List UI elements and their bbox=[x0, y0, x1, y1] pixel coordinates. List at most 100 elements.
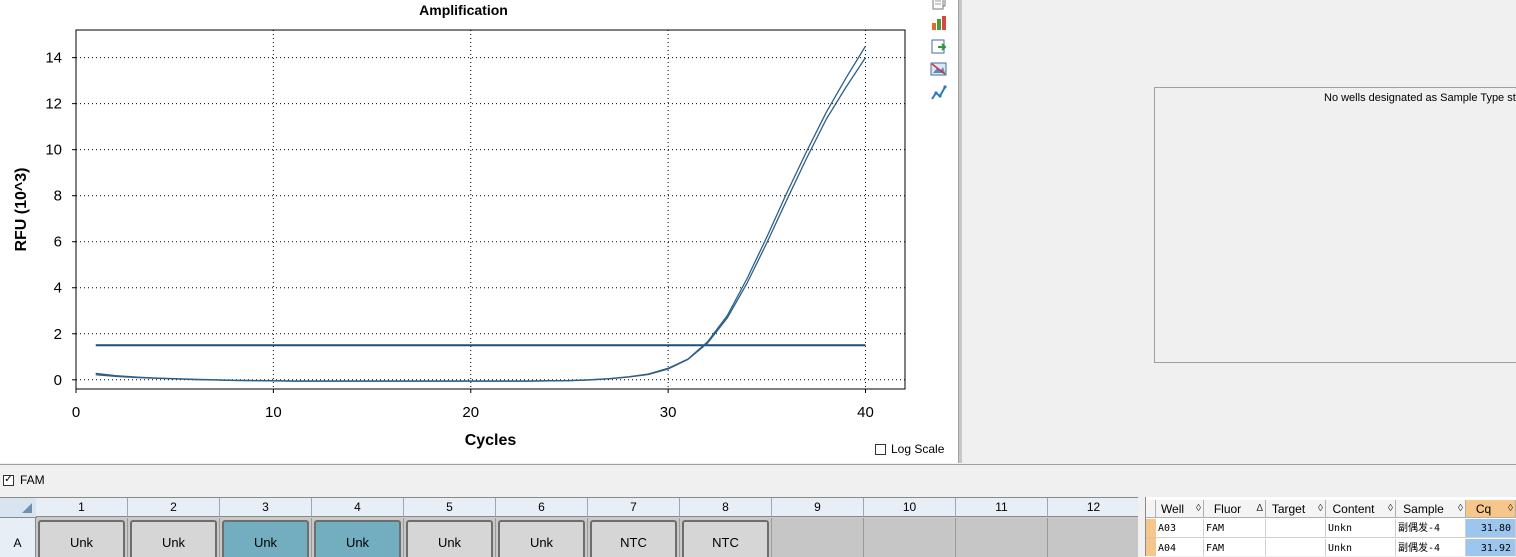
image-icon[interactable] bbox=[930, 60, 948, 78]
plot-area bbox=[75, 29, 906, 390]
table-header-label: Cq bbox=[1475, 502, 1492, 516]
table-cell-content[interactable]: Unkn bbox=[1326, 519, 1396, 538]
plate-column-header[interactable]: 11 bbox=[956, 498, 1048, 517]
y-tick-label: 14 bbox=[45, 50, 62, 67]
plate-row-header[interactable]: A bbox=[0, 518, 36, 557]
y-tick-label: 8 bbox=[54, 188, 62, 205]
x-axis-label: Cycles bbox=[465, 432, 517, 449]
plate-well[interactable] bbox=[956, 518, 1048, 557]
table-cell-well[interactable]: A04 bbox=[1156, 539, 1204, 556]
fluor-filter-bar: ✓ FAM bbox=[0, 464, 1516, 493]
sort-icon[interactable]: ◊ bbox=[1508, 500, 1513, 518]
amplification-chart-panel: 0 10 20 30 40 0 2 4 6 8 10 12 14 Amplification Cycles R… bbox=[0, 0, 958, 463]
plate-well[interactable] bbox=[772, 518, 864, 557]
table-header-fluor[interactable]: Fluor Δ bbox=[1204, 500, 1266, 518]
log-scale-label: Log Scale bbox=[891, 442, 945, 456]
chart-title: Amplification bbox=[419, 2, 508, 18]
table-header-label: Sample bbox=[1403, 502, 1444, 516]
y-tick-label: 12 bbox=[45, 96, 62, 113]
plate-well-label: Unk bbox=[38, 520, 125, 557]
table-header-content[interactable]: Content ◊ bbox=[1326, 500, 1396, 518]
fluor-fam-toggle[interactable]: ✓ FAM bbox=[3, 473, 45, 487]
table-row-marker[interactable] bbox=[1146, 519, 1156, 539]
y-axis-label: RFU (10^3) bbox=[13, 167, 30, 251]
plate-column-header[interactable]: 12 bbox=[1048, 498, 1138, 517]
sort-icon[interactable]: ◊ bbox=[1458, 500, 1463, 518]
table-header-sample[interactable]: Sample ◊ bbox=[1396, 500, 1466, 518]
table-header-label: Fluor bbox=[1213, 502, 1242, 516]
standard-curve-message: No wells designated as Sample Type star bbox=[1324, 92, 1516, 104]
plate-well[interactable]: Unk bbox=[128, 518, 220, 557]
plate-column-header[interactable]: 7 bbox=[588, 498, 680, 517]
plate-well[interactable]: Unk bbox=[36, 518, 128, 557]
plate-column-header[interactable]: 8 bbox=[680, 498, 772, 517]
plate-well[interactable] bbox=[1048, 518, 1138, 557]
table-cell-sample[interactable]: 副偶发-4 bbox=[1396, 519, 1466, 538]
table-header-target[interactable]: Target ◊ bbox=[1266, 500, 1326, 518]
table-cell-content[interactable]: Unkn bbox=[1326, 539, 1396, 556]
graph-icon[interactable] bbox=[930, 84, 948, 102]
table-header-well[interactable]: Well ◊ bbox=[1156, 500, 1204, 518]
y-tick-label: 2 bbox=[54, 326, 62, 343]
table-cell-cq[interactable]: 31.80 bbox=[1466, 519, 1516, 538]
plate-column-header[interactable]: 10 bbox=[864, 498, 956, 517]
plate-well[interactable] bbox=[864, 518, 956, 557]
x-tick-label: 0 bbox=[72, 404, 80, 421]
plate-column-header[interactable]: 3 bbox=[220, 498, 312, 517]
table-header-label: Well bbox=[1160, 502, 1185, 516]
wells-results-table: Well ◊ Fluor Δ Target ◊ Content ◊ Sample ◊ Cq ◊ A03… bbox=[1145, 497, 1516, 556]
export-icon[interactable] bbox=[930, 37, 948, 55]
table-cell-fluor[interactable]: FAM bbox=[1204, 539, 1266, 556]
x-tick-label: 40 bbox=[857, 404, 874, 421]
y-tick-label: 6 bbox=[54, 234, 62, 251]
table-cell-well[interactable]: A03 bbox=[1156, 519, 1204, 538]
plate-column-header[interactable]: 2 bbox=[128, 498, 220, 517]
log-scale-toggle[interactable]: Log Scale bbox=[875, 441, 944, 457]
sort-icon[interactable]: ◊ bbox=[1388, 500, 1393, 518]
plate-column-header[interactable]: 5 bbox=[404, 498, 496, 517]
sort-icon[interactable]: ◊ bbox=[1196, 500, 1201, 518]
chart-settings-icon[interactable] bbox=[930, 14, 948, 32]
sort-icon[interactable]: Δ bbox=[1256, 500, 1263, 518]
x-tick-label: 10 bbox=[265, 404, 282, 421]
plate-column-header[interactable]: 1 bbox=[36, 498, 128, 517]
plate-column-header[interactable]: 9 bbox=[772, 498, 864, 517]
plate-well[interactable]: Unk bbox=[496, 518, 588, 557]
log-scale-checkbox[interactable] bbox=[875, 443, 886, 455]
plate-well-label: Unk bbox=[498, 520, 585, 557]
plate-well-label: Unk bbox=[314, 520, 401, 557]
fluor-fam-checkbox[interactable]: ✓ bbox=[3, 474, 14, 486]
plate-well[interactable]: Unk bbox=[312, 518, 404, 557]
plate-well-label: Unk bbox=[222, 520, 309, 557]
table-header-cq[interactable]: Cq ◊ bbox=[1466, 500, 1516, 518]
plate-well-label: NTC bbox=[590, 520, 677, 557]
x-tick-label: 20 bbox=[462, 404, 479, 421]
plate-select-all[interactable] bbox=[0, 498, 37, 518]
y-tick-label: 4 bbox=[54, 280, 62, 297]
plate-well[interactable]: Unk bbox=[404, 518, 496, 557]
plate-well[interactable]: NTC bbox=[680, 518, 772, 557]
plate-well-label: NTC bbox=[682, 520, 769, 557]
plate-well-label: Unk bbox=[406, 520, 493, 557]
table-cell-fluor[interactable]: FAM bbox=[1204, 519, 1266, 538]
copy-icon[interactable] bbox=[930, 0, 948, 10]
table-cell-sample[interactable]: 副偶发-4 bbox=[1396, 539, 1466, 556]
plate-well[interactable]: NTC bbox=[588, 518, 680, 557]
plate-well-label: Unk bbox=[130, 520, 217, 557]
plate-column-header[interactable]: 6 bbox=[496, 498, 588, 517]
plate-view: 1 2 3 4 5 6 7 8 9 10 11 12 A Unk Unk Unk Unk Unk Unk NTC N… bbox=[0, 497, 1138, 557]
table-cell-target[interactable] bbox=[1266, 519, 1326, 538]
table-header-corner bbox=[1146, 500, 1156, 518]
fluor-fam-label: FAM bbox=[20, 473, 45, 487]
standard-curve-box: No wells designated as Sample Type star bbox=[1154, 87, 1516, 363]
plate-column-header[interactable]: 4 bbox=[312, 498, 404, 517]
y-tick-label: 10 bbox=[45, 142, 62, 159]
table-cell-cq[interactable]: 31.92 bbox=[1466, 539, 1516, 556]
table-row-marker[interactable] bbox=[1146, 539, 1156, 556]
table-header-label: Target bbox=[1271, 502, 1306, 516]
sort-icon[interactable]: ◊ bbox=[1318, 500, 1323, 518]
y-tick-label: 0 bbox=[54, 372, 62, 389]
plate-well[interactable]: Unk bbox=[220, 518, 312, 557]
chart-toolbar bbox=[928, 0, 950, 110]
table-cell-target[interactable] bbox=[1266, 539, 1326, 556]
